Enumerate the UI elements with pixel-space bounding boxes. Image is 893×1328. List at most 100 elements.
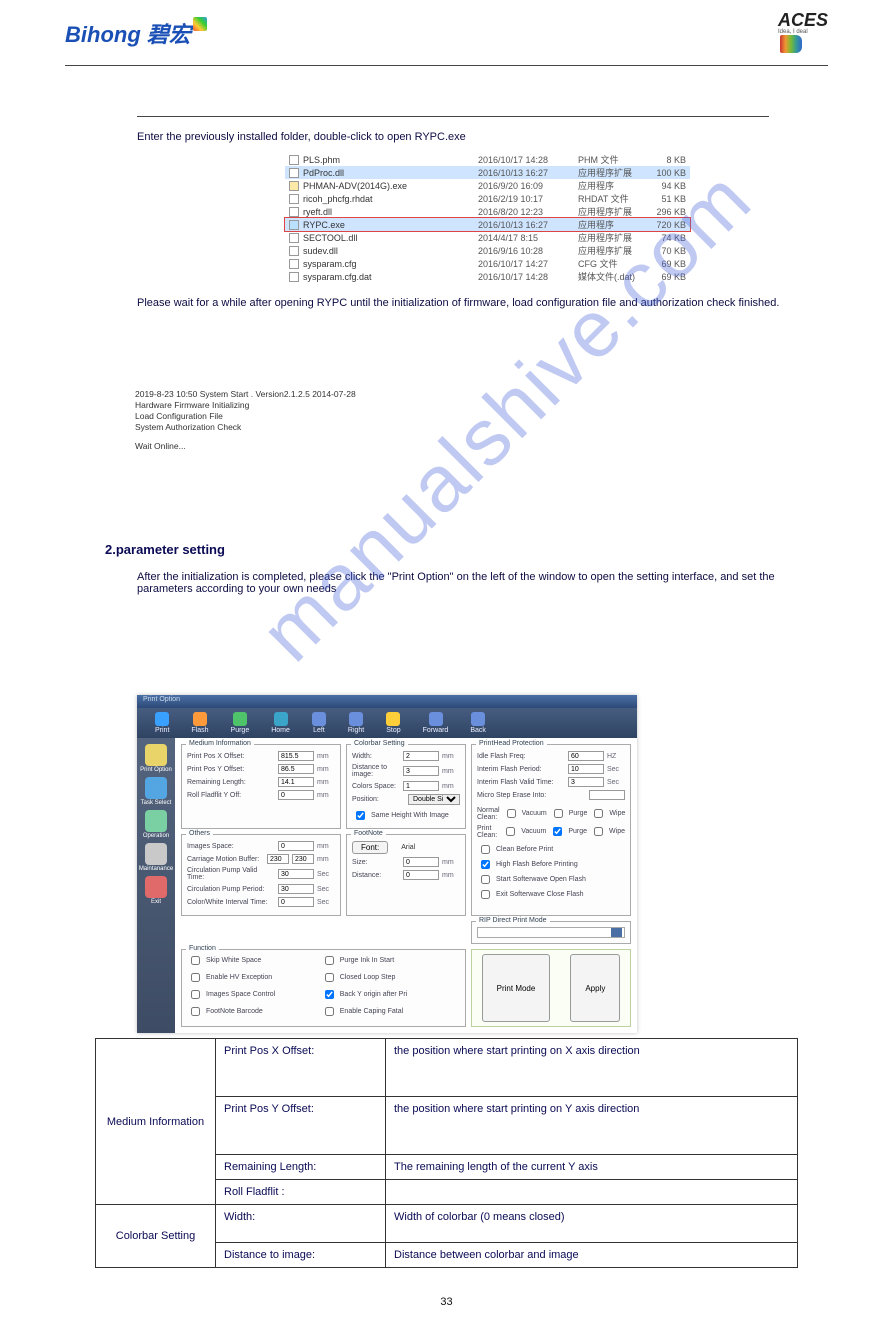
input-interim-period[interactable] (568, 764, 604, 774)
func-check-3[interactable]: Closed Loop Step (321, 970, 455, 985)
check-normal-vacuum[interactable] (507, 809, 516, 818)
file-type: 应用程序扩展 (578, 244, 648, 257)
check-high-flash[interactable] (481, 860, 490, 869)
input-images-space[interactable] (278, 841, 314, 851)
select-cb-position[interactable]: Double Side (408, 794, 460, 805)
apply-button[interactable]: Apply (570, 954, 620, 1022)
sidebar-print-option[interactable]: Print Option (140, 744, 172, 773)
file-type: 应用程序扩展 (578, 231, 648, 244)
check-print-purge[interactable] (553, 827, 562, 836)
toolbar-right[interactable]: Right (348, 712, 364, 734)
func-check-2[interactable]: Enable HV Exception (187, 970, 321, 985)
table-cell: Distance to image: (216, 1243, 386, 1268)
file-row[interactable]: sysparam.cfg.dat2016/10/17 14:28媒体文件(.da… (285, 270, 690, 283)
panel-title: PrintHead Protection (476, 740, 547, 747)
log-line: Hardware Firmware Initializing (135, 400, 828, 411)
print-option-icon (145, 744, 167, 766)
file-row[interactable]: RYPC.exe2016/10/13 16:27应用程序720 KB (285, 218, 690, 231)
init-log: 2019-8-23 10:50 System Start . Version2.… (135, 389, 828, 452)
func-check-4[interactable]: Images Space Control (187, 987, 321, 1002)
toolbar-print[interactable]: Print (155, 712, 169, 734)
input-cb-width[interactable] (403, 751, 439, 761)
sidebar-operation[interactable]: Operation (143, 810, 169, 839)
panel-function: Function Skip White SpacePurge Ink In St… (181, 949, 466, 1027)
section-label: 2.parameter setting (105, 542, 828, 557)
file-row[interactable]: sudev.dll2016/9/16 10:28应用程序扩展70 KB (285, 244, 690, 257)
input-carriage2[interactable] (292, 854, 314, 864)
file-size: 69 KB (648, 259, 686, 269)
input-pump-valid[interactable] (278, 869, 314, 879)
file-icon (289, 233, 299, 243)
sidebar-task-select[interactable]: Task Select (141, 777, 172, 806)
input-pump-period[interactable] (278, 884, 314, 894)
input-fn-size[interactable] (403, 857, 439, 867)
panel-actions: Print Mode Apply (471, 949, 631, 1027)
intro-text-2: Please wait for a while after opening RY… (137, 297, 828, 309)
file-row[interactable]: PHMAN-ADV(2014G).exe2016/9/20 16:09应用程序9… (285, 179, 690, 192)
check-normal-purge[interactable] (554, 809, 563, 818)
input-carriage1[interactable] (267, 854, 289, 864)
file-row[interactable]: ricoh_phcfg.rhdat2016/2/19 10:17RHDAT 文件… (285, 192, 690, 205)
file-row[interactable]: ryeft.dll2016/8/20 12:23应用程序扩展296 KB (285, 205, 690, 218)
file-size: 8 KB (648, 155, 686, 165)
file-size: 100 KB (648, 168, 686, 178)
file-date: 2016/10/17 14:28 (478, 155, 578, 165)
file-size: 51 KB (648, 194, 686, 204)
input-remain[interactable] (278, 777, 314, 787)
file-type: 应用程序 (578, 218, 648, 231)
input-idle-freq[interactable] (568, 751, 604, 761)
file-row[interactable]: PdProc.dll2016/10/13 16:27应用程序扩展100 KB (285, 166, 690, 179)
check-print-vacuum[interactable] (506, 827, 515, 836)
func-check-1[interactable]: Purge Ink In Start (321, 953, 455, 968)
func-check-5[interactable]: Back Y origin after Pri (321, 987, 455, 1002)
input-printposy[interactable] (278, 764, 314, 774)
toolbar-left[interactable]: Left (312, 712, 326, 734)
input-micro-erase[interactable] (589, 790, 625, 800)
file-row[interactable]: PLS.phm2016/10/17 14:28PHM 文件8 KB (285, 153, 690, 166)
check-normal-wipe[interactable] (594, 809, 603, 818)
input-cb-colors[interactable] (403, 781, 439, 791)
func-check-0[interactable]: Skip White Space (187, 953, 321, 968)
toolbar-home[interactable]: Home (271, 712, 290, 734)
font-button[interactable]: Font: (352, 841, 388, 854)
sidebar-exit[interactable]: Exit (145, 876, 167, 905)
func-check-6[interactable]: FootNote Barcode (187, 1004, 321, 1019)
toolbar-flash[interactable]: Flash (191, 712, 208, 734)
check-print-wipe[interactable] (594, 827, 603, 836)
input-cw-interval[interactable] (278, 897, 314, 907)
print-mode-button[interactable]: Print Mode (482, 954, 551, 1022)
rip-dropdown[interactable] (477, 927, 625, 938)
file-row[interactable]: sysparam.cfg2016/10/17 14:27CFG 文件69 KB (285, 257, 690, 270)
print-icon (155, 712, 169, 726)
func-check-7[interactable]: Enable Caping Fatal (321, 1004, 455, 1019)
check-clean-before-print[interactable] (481, 845, 490, 854)
file-size: 70 KB (648, 246, 686, 256)
table-cell: the position where start printing on X a… (386, 1039, 798, 1097)
toolbar-purge[interactable]: Purge (231, 712, 250, 734)
input-interim-valid[interactable] (568, 777, 604, 787)
panel-rip: RIP Direct Print Mode (471, 921, 631, 944)
log-line: Load Configuration File (135, 411, 828, 422)
table-hdr-colorbar: Colorbar Setting (96, 1205, 216, 1268)
file-date: 2016/10/17 14:28 (478, 272, 578, 282)
sidebar-maintanance[interactable]: Maintanance (139, 843, 173, 872)
check-exit-flash[interactable] (481, 890, 490, 899)
input-roll[interactable] (278, 790, 314, 800)
intro-text-1: Enter the previously installed folder, d… (137, 131, 828, 143)
file-date: 2016/9/20 16:09 (478, 181, 578, 191)
panel-protect: PrintHead Protection Idle Flash Freq:HZ … (471, 744, 631, 916)
file-row[interactable]: SECTOOL.dll2014/4/17 8:15应用程序扩展74 KB (285, 231, 690, 244)
desc-table: Medium Information Print Pos X Offset: t… (95, 1038, 798, 1268)
file-name: SECTOOL.dll (303, 233, 478, 243)
input-printposx[interactable] (278, 751, 314, 761)
check-same-height[interactable] (356, 811, 365, 820)
toolbar-back[interactable]: Back (470, 712, 486, 734)
input-cb-dist[interactable] (403, 766, 439, 776)
toolbar-forward[interactable]: Forward (423, 712, 449, 734)
table-cell: The remaining length of the current Y ax… (386, 1155, 798, 1180)
file-date: 2016/9/16 10:28 (478, 246, 578, 256)
input-fn-distance[interactable] (403, 870, 439, 880)
check-start-flash[interactable] (481, 875, 490, 884)
toolbar-stop[interactable]: Stop (386, 712, 400, 734)
log-line: 2019-8-23 10:50 System Start . Version2.… (135, 389, 828, 400)
